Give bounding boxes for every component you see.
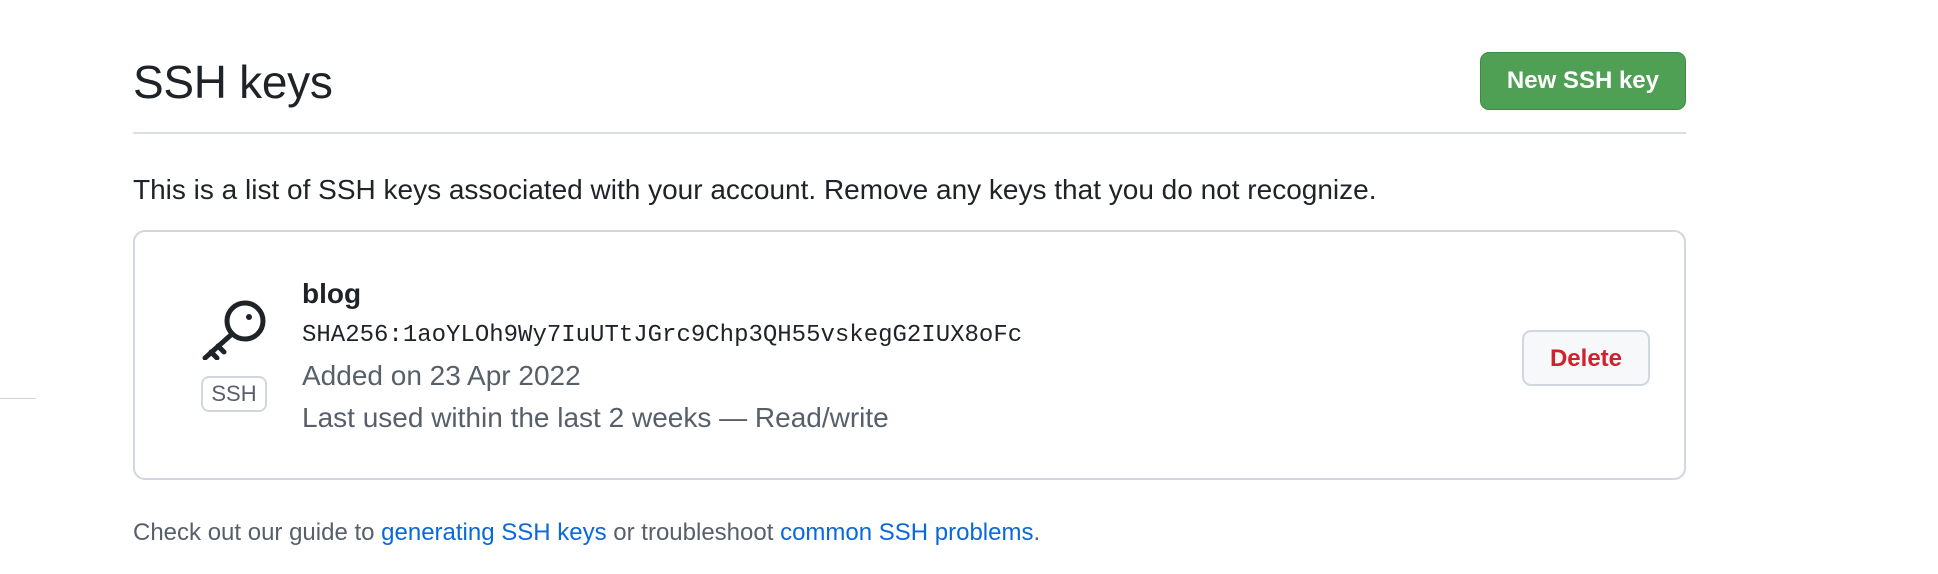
generating-ssh-keys-link[interactable]: generating SSH keys <box>381 519 606 546</box>
ssh-type-badge: SSH <box>201 376 267 412</box>
ssh-key-list-item: SSH blog SHA256:1aoYLOh9Wy7IuUTtJGrc9Chp… <box>133 230 1686 480</box>
ssh-keys-page: SSH keys New SSH key This is a list of S… <box>133 0 1686 574</box>
help-footer-middle: or troubleshoot <box>606 519 781 546</box>
help-footer: Check out our guide to generating SSH ke… <box>133 516 1040 550</box>
key-last-used: Last used within the last 2 weeks — Read… <box>302 402 889 433</box>
new-ssh-key-button[interactable]: New SSH key <box>1479 52 1686 110</box>
key-icon <box>199 296 271 360</box>
key-fingerprint: SHA256:1aoYLOh9Wy7IuUTtJGrc9Chp3QH55vske… <box>302 322 1023 349</box>
page-title: SSH keys <box>133 56 333 108</box>
help-footer-prefix: Check out our guide to <box>133 519 382 546</box>
key-details: blog SHA256:1aoYLOh9Wy7IuUTtJGrc9Chp3QH5… <box>302 276 1022 436</box>
left-edge-divider <box>0 398 36 399</box>
common-ssh-problems-link[interactable]: common SSH problems <box>780 519 1033 546</box>
page-header: SSH keys New SSH key <box>133 0 1686 134</box>
key-added-date: Added on 23 Apr 2022 <box>302 360 581 391</box>
page-description: This is a list of SSH keys associated wi… <box>133 174 1377 205</box>
delete-key-button[interactable]: Delete <box>1522 330 1650 386</box>
help-footer-suffix: . <box>1033 519 1041 546</box>
key-title: blog <box>302 278 362 309</box>
